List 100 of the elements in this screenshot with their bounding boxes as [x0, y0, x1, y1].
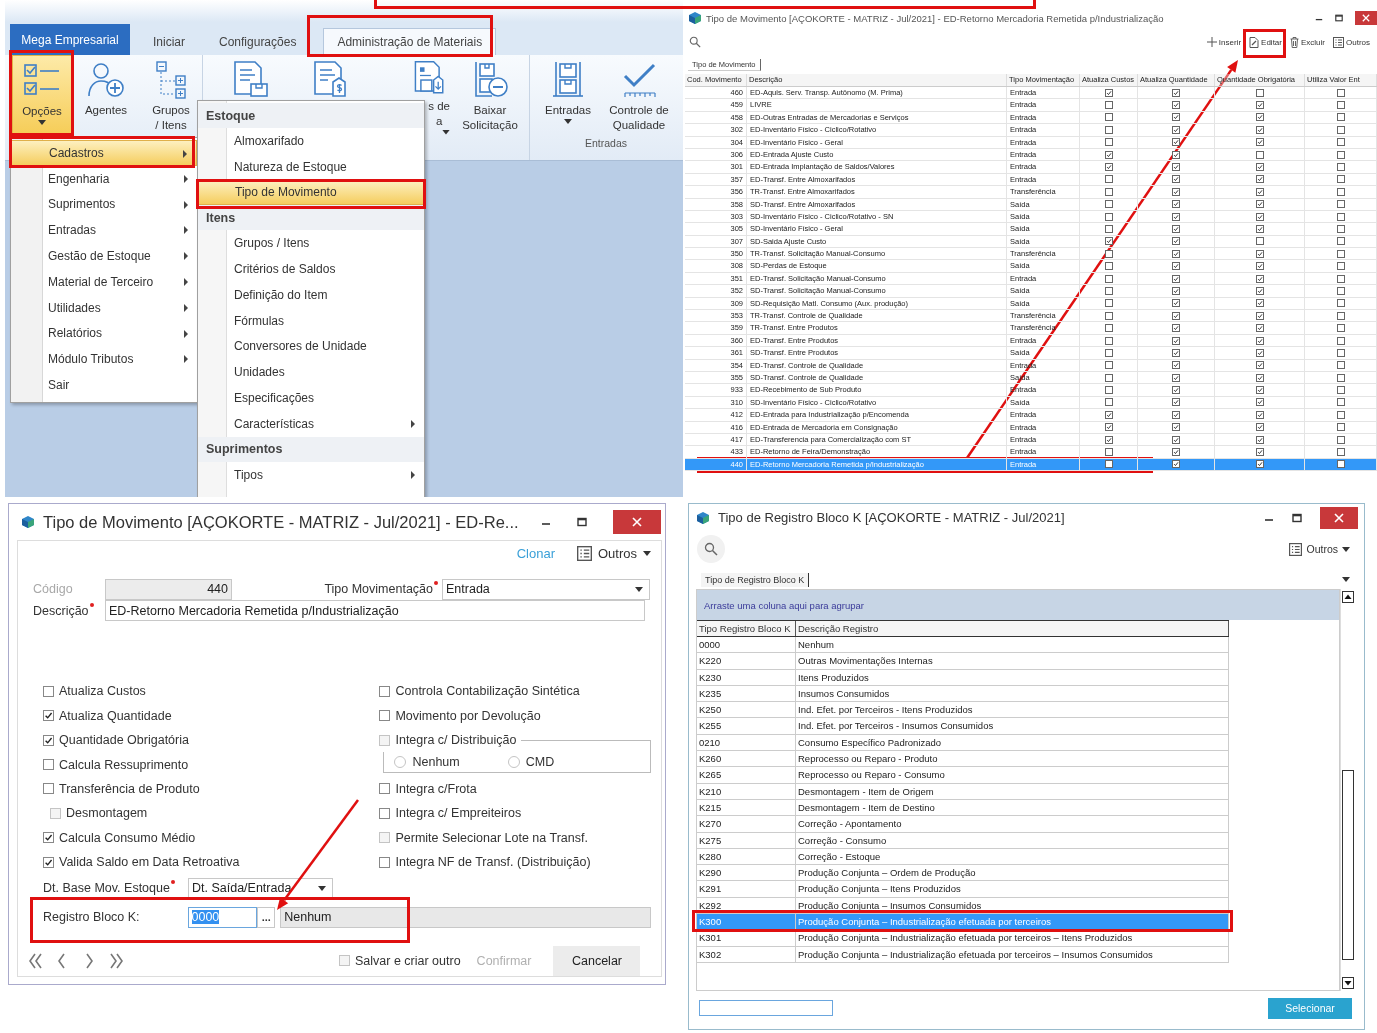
first-page-icon[interactable]: [26, 951, 44, 970]
checkbox[interactable]: [1255, 286, 1264, 295]
checkbox[interactable]: [1172, 423, 1180, 432]
checkbox[interactable]: [1336, 361, 1345, 370]
menu-item[interactable]: Material de Terceiro: [11, 269, 197, 295]
menu-item[interactable]: Critérios de Saldos: [198, 256, 424, 282]
table-row[interactable]: K260 Reprocesso ou Reparo - Produto: [697, 751, 1229, 768]
checkbox[interactable]: [1104, 249, 1113, 258]
checkbox[interactable]: [1255, 262, 1264, 271]
checkbox[interactable]: [1172, 225, 1180, 233]
checkbox[interactable]: [1336, 150, 1345, 159]
checkbox[interactable]: [1255, 336, 1264, 345]
checkbox[interactable]: [1172, 212, 1180, 221]
checkbox[interactable]: [1255, 125, 1264, 134]
ribbon-button[interactable]: Controle de Qualidade: [601, 55, 677, 135]
checkbox[interactable]: [1104, 237, 1113, 246]
checkbox[interactable]: [379, 856, 391, 868]
ribbon-button[interactable]: Opções: [12, 55, 72, 135]
checkbox[interactable]: [1104, 410, 1113, 419]
checkbox[interactable]: [1172, 460, 1180, 469]
menu-item[interactable]: Utilidades: [11, 294, 197, 321]
checkbox[interactable]: [1172, 435, 1180, 444]
input-field[interactable]: ED-Retorno Mercadoria Remetida p/Industrialização: [105, 600, 645, 622]
checkbox[interactable]: [1104, 448, 1113, 456]
menu-item[interactable]: Engenharia: [11, 165, 197, 192]
table-row[interactable]: K215 Desmontagem - Item de Destino: [697, 799, 1229, 817]
table-row[interactable]: K255 Ind. Efet. por Terceiros - Insumos Consumidos: [697, 718, 1229, 735]
checkbox[interactable]: [1255, 150, 1264, 159]
checkbox[interactable]: [1172, 386, 1180, 395]
checkbox[interactable]: [1255, 348, 1264, 357]
checkbox[interactable]: [1336, 187, 1345, 196]
checkbox[interactable]: [1336, 274, 1345, 283]
checkbox[interactable]: [1172, 410, 1180, 419]
checkbox[interactable]: [43, 734, 54, 746]
toolbar-button[interactable]: Inserir: [1205, 34, 1243, 50]
menu-item[interactable]: Natureza de Estoque: [198, 153, 424, 180]
checkbox[interactable]: [1104, 212, 1113, 221]
column-header[interactable]: Tipo Registro Bloco K: [697, 621, 796, 636]
table-row[interactable]: K235 Insumos Consumidos: [697, 685, 1229, 703]
scroll-thumb[interactable]: [1342, 770, 1354, 960]
last-page-icon[interactable]: [107, 951, 125, 970]
menu-item[interactable]: Relatórios: [11, 320, 197, 347]
search-icon[interactable]: [689, 36, 701, 48]
table-row[interactable]: K291 Produção Conjunta – Itens Produzidos: [697, 881, 1229, 898]
checkbox[interactable]: [1255, 398, 1264, 407]
checkbox[interactable]: [1255, 212, 1264, 221]
checkbox[interactable]: [1172, 187, 1180, 196]
checkbox[interactable]: [1336, 237, 1345, 246]
scroll-up-icon[interactable]: [1342, 591, 1354, 603]
checkbox[interactable]: [1336, 324, 1345, 333]
maximize-icon[interactable]: [1335, 14, 1343, 22]
browse-button[interactable]: ...: [257, 906, 276, 928]
checkbox[interactable]: [1172, 125, 1180, 134]
checkbox[interactable]: [1172, 299, 1180, 308]
checkbox[interactable]: [1104, 200, 1113, 209]
checkbox[interactable]: [1336, 225, 1345, 233]
checkbox[interactable]: [1172, 324, 1180, 333]
checkbox[interactable]: [1336, 299, 1345, 308]
checkbox[interactable]: [1336, 113, 1345, 122]
checkbox[interactable]: [1336, 200, 1345, 209]
checkbox[interactable]: [1172, 150, 1180, 159]
checkbox[interactable]: [1255, 410, 1264, 419]
table-row[interactable]: 0210 Consumo Específico Padronizado: [697, 734, 1229, 752]
checkbox[interactable]: [1104, 150, 1113, 159]
checkbox[interactable]: [1336, 311, 1345, 320]
checkbox[interactable]: [1255, 361, 1264, 370]
checkbox[interactable]: [1172, 163, 1180, 172]
close-button[interactable]: [1355, 11, 1377, 25]
checkbox[interactable]: [1104, 299, 1113, 308]
checkbox[interactable]: [43, 710, 54, 722]
checkbox[interactable]: [1255, 249, 1264, 258]
checkbox[interactable]: [1336, 101, 1345, 110]
checkbox[interactable]: [1255, 101, 1264, 110]
checkbox[interactable]: [1336, 386, 1345, 395]
checkbox[interactable]: [1336, 262, 1345, 271]
checkbox[interactable]: [1336, 398, 1345, 407]
checkbox[interactable]: [1104, 138, 1113, 147]
more-menu-button[interactable]: Outros: [1289, 542, 1350, 556]
menu-item[interactable]: Conversores de Unidade: [198, 333, 424, 360]
menu-item[interactable]: Sair: [11, 372, 197, 398]
checkbox[interactable]: [1172, 262, 1180, 271]
checkbox[interactable]: [1255, 373, 1264, 382]
checkbox[interactable]: [1172, 311, 1180, 320]
checkbox[interactable]: [1104, 286, 1113, 295]
checkbox[interactable]: [1255, 225, 1264, 233]
checkbox[interactable]: [43, 832, 54, 844]
close-button[interactable]: [1320, 506, 1358, 529]
ribbon-button[interactable]: Agentes: [72, 55, 140, 135]
table-row[interactable]: K290 Produção Conjunta – Ordem de Produção: [697, 865, 1229, 882]
checkbox[interactable]: [43, 759, 54, 771]
checkbox[interactable]: [1104, 274, 1113, 283]
checkbox[interactable]: [1255, 237, 1264, 246]
checkbox[interactable]: [1255, 324, 1264, 333]
checkbox[interactable]: [379, 685, 391, 697]
checkbox[interactable]: [1172, 88, 1180, 97]
menu-item[interactable]: Módulo Tributos: [11, 346, 197, 373]
cancel-button[interactable]: Cancelar: [553, 945, 641, 976]
tab[interactable]: Tipo de Registro Bloco K: [701, 572, 810, 587]
menu-item[interactable]: Características: [198, 410, 424, 437]
table-row[interactable]: K220 Outras Movimentações Internas: [697, 653, 1229, 670]
